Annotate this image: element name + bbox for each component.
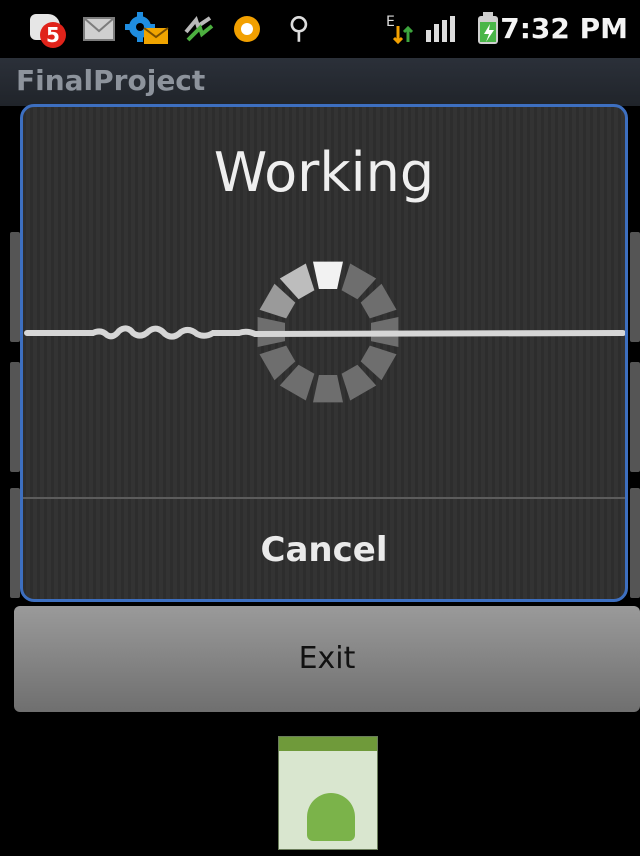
app-title: FinalProject [16, 64, 206, 97]
settings-mail-icon [124, 12, 170, 46]
status-clock: 7:32 PM [500, 12, 628, 45]
mail-icon [82, 12, 118, 46]
signal-icon [424, 12, 460, 46]
app-thumbnail-image [278, 736, 378, 850]
notification-badge-icon: 5 [26, 12, 66, 48]
background-button-edge [630, 362, 640, 472]
background-button-edge [10, 232, 20, 342]
background-button-edge [10, 362, 20, 472]
app-title-bar: FinalProject [0, 58, 640, 106]
notification-count: 5 [40, 22, 66, 48]
background-button-edge [630, 232, 640, 342]
waveform-line [24, 325, 625, 340]
svg-text:E: E [386, 14, 395, 30]
dialog-title: Working [213, 141, 435, 204]
cancel-button[interactable]: Cancel [23, 499, 625, 599]
android-icon [307, 793, 355, 841]
progress-dialog: Working Cancel [20, 104, 628, 602]
spinner-segment [313, 261, 343, 289]
status-bar: 5 ⚲ E 7:32 PM [0, 0, 640, 58]
edge-data-icon: E [384, 12, 416, 46]
spinner-segment [313, 375, 343, 403]
background-button-edge [630, 488, 640, 598]
background-button-edge [10, 488, 20, 598]
exit-button[interactable]: Exit [14, 606, 640, 712]
timer-icon [232, 12, 266, 46]
usb-icon: ⚲ [288, 11, 310, 46]
sync-icon [180, 12, 216, 46]
